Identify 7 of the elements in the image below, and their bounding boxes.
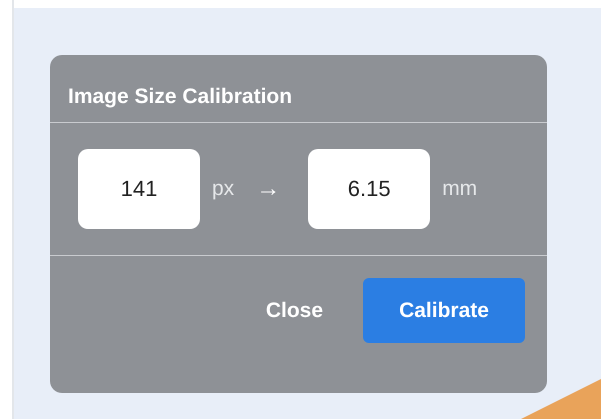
unit-label: px — [212, 177, 234, 201]
unit-label: mm — [442, 177, 478, 201]
calibrate-button[interactable]: Calibrate — [363, 278, 525, 343]
number-field[interactable]: 141 — [78, 149, 200, 229]
arrow-symbol: → — [256, 175, 280, 203]
dialog-title: Image Size Calibration — [67, 84, 294, 110]
number-field[interactable]: 6.15 — [308, 149, 430, 229]
